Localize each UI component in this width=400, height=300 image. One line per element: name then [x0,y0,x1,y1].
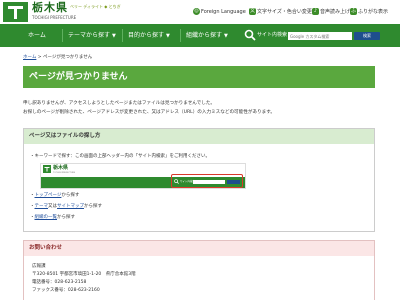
breadcrumb-home-link[interactable]: ホーム [23,55,36,60]
text-size-icon: 文 [249,8,256,15]
nav-divider [122,29,123,42]
top-page-tip-suffix: から探す [61,193,80,198]
search-icon [244,29,256,41]
contact-address: 〒320-8501 宇都宮市塙田1-1-20 県庁舎本館3階 [32,272,136,277]
intro-line-1: 申し訳ありませんが、アクセスしようとしたページまたはファイルは見つかりませんでし… [23,101,216,106]
organization-tip-suffix: から探す [57,215,75,220]
nav-divider [62,29,63,42]
page: 栃木県 TOCHIGI PREFECTURE ベリー ディライト ◆ とちぎ ◎… [0,0,400,300]
text-size-link[interactable]: 文文字サイズ・色合い変更 [249,8,312,16]
furigana-icon: ふ [350,8,357,15]
intro-line-2: お探しのページが削除された、ページアドレスが変更された、又はアドレス（URL）の… [23,109,275,115]
example-search-highlight [171,174,243,188]
nav-divider [180,29,181,42]
breadcrumb-current: ページが見つかりません [43,55,93,60]
furigana-link[interactable]: ふふりがな表示 [350,8,388,16]
prefecture-subtitle: TOCHIGI PREFECTURE [32,15,77,20]
find-page-section-title: ページ又はファイルの探し方 [29,133,101,139]
contact-title: お問い合わせ [29,245,63,251]
example-prefecture-name: 栃木県 [53,165,69,171]
contact-section: お問い合わせ 広報課 〒320-8501 宇都宮市塙田1-1-20 県庁舎本館3… [23,240,375,300]
nav-organization-label: 組織から探す [186,32,223,39]
contact-details: 広報課 〒320-8501 宇都宮市塙田1-1-20 県庁舎本館3階 電話番号：… [32,263,136,295]
site-header: 栃木県 TOCHIGI PREFECTURE ベリー ディライト ◆ とちぎ ◎… [0,0,400,24]
prefecture-logo[interactable] [3,2,28,22]
furigana-label: ふりがな表示 [358,9,389,15]
globe-icon: ◎ [193,8,200,15]
voice-label: 音声読み上げ [320,9,351,15]
contact-phone: 電話番号：028-623-2158 [32,280,87,285]
contact-fax: ファックス番号：028-623-2160 [32,288,100,293]
nav-theme-label: テーマから探す [68,32,111,39]
search-button[interactable]: 検索 [354,32,380,40]
header-example-image: 栃木県 TOCHIGI PREFECTURE サイト内検索 [40,163,246,189]
foreign-language-link[interactable]: ◎ Foreign Language [193,8,246,16]
example-prefecture-subtitle: TOCHIGI PREFECTURE [53,172,76,174]
voice-link[interactable]: ♪ 音声読み上げ [312,8,350,16]
chevron-down-icon: ▼ [112,33,116,39]
example-logo [43,165,51,173]
page-title: ページが見つかりません [29,72,128,82]
nav-purpose-label: 目的から探す [128,32,165,39]
find-page-section-header: ページ又はファイルの探し方 [24,129,374,144]
contact-department: 広報課 [32,264,46,269]
nav-purpose[interactable]: 目的から探す ▼ [128,24,170,47]
nav-organization[interactable]: 組織から探す ▼ [186,24,228,47]
theme-sitemap-tip: ・テーマ又はサイトマップから探す [30,204,102,209]
find-page-section: ページ又はファイルの探し方 ・キーワードで探す：この画面の上部ヘッダー内の「サイ… [23,128,375,232]
organization-tip: ・組織の一覧から探す [30,215,75,220]
top-page-tip: ・トップページから探す [30,193,80,198]
prefecture-name[interactable]: 栃木県 [32,1,68,15]
theme-sitemap-mid: 又は [48,204,57,209]
keyword-search-tip-text: キーワードで探す：この画面の上部ヘッダー内の「サイト内検索」をご利用ください。 [34,154,211,159]
nav-home[interactable]: ホーム [28,24,46,47]
foreign-language-label: Foreign Language [201,9,246,15]
text-size-label: 文字サイズ・色合い変更 [257,9,312,15]
top-page-link[interactable]: トップページ [35,193,62,198]
contact-section-header: お問い合わせ [24,241,374,256]
slogan-line-1: ベリー ディライト ◆ とちぎ [70,4,121,9]
theme-link[interactable]: テーマ [35,204,49,209]
speaker-icon: ♪ [312,8,319,15]
nav-home-label: ホーム [28,32,46,39]
chevron-down-icon: ▼ [166,33,170,39]
nav-theme[interactable]: テーマから探す ▼ [68,24,116,47]
breadcrumb: ホーム > ページが見つかりません [23,55,92,61]
site-search-input[interactable] [288,32,352,40]
intro-text: 申し訳ありませんが、アクセスしようとしたページまたはファイルは見つかりませんでし… [23,100,275,117]
sitemap-link[interactable]: サイトマップ [57,204,84,209]
keyword-search-tip: ・キーワードで探す：この画面の上部ヘッダー内の「サイト内検索」をご利用ください。 [30,154,211,159]
organization-list-link[interactable]: 組織の一覧 [35,215,58,220]
slogan: ベリー ディライト ◆ とちぎ [70,4,121,10]
chevron-down-icon: ▼ [224,33,228,39]
page-title-bar: ページが見つかりません [23,66,375,88]
site-search-label: サイト内検索 [257,32,288,38]
theme-sitemap-suffix: から探す [84,204,102,209]
